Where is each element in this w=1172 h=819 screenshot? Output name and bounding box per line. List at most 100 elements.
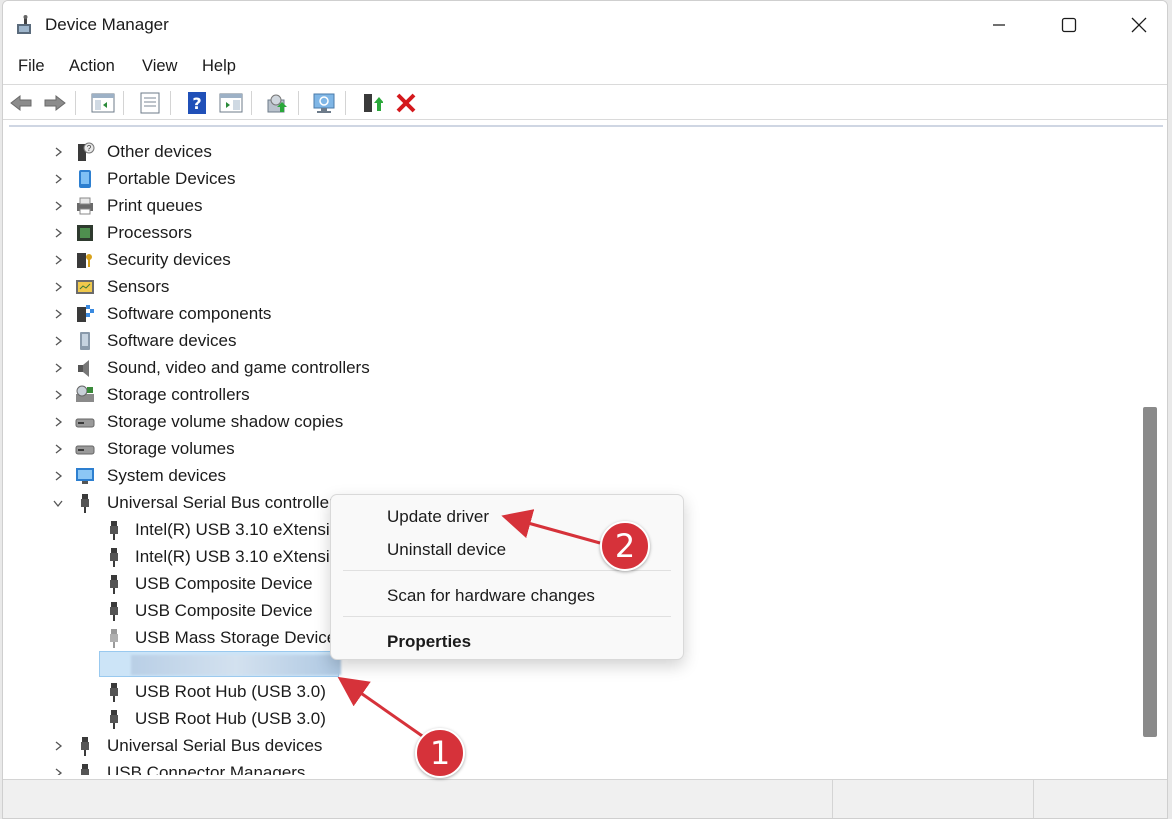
tree-item-label: Other devices: [107, 142, 212, 161]
tree-category[interactable]: Storage controllers: [9, 382, 1129, 409]
menu-scan-hardware[interactable]: Scan for hardware changes: [387, 586, 595, 606]
tree-item-label: Universal Serial Bus controllers: [107, 493, 344, 512]
uninstall-device-button[interactable]: [392, 89, 420, 117]
tree-category[interactable]: System devices: [9, 463, 1129, 490]
expand-chevron-icon[interactable]: [53, 228, 63, 238]
action-pane-icon: [219, 93, 243, 113]
forward-icon: [44, 94, 66, 112]
tree-device[interactable]: USB Root Hub (USB 3.0): [9, 706, 1129, 733]
expand-chevron-icon[interactable]: [53, 417, 63, 427]
scan-hardware-icon: [313, 93, 335, 113]
tree-item-label: Storage volume shadow copies: [107, 412, 344, 431]
maximize-button[interactable]: [1034, 1, 1104, 49]
properties-icon: [140, 92, 160, 114]
menu-help[interactable]: Help: [202, 57, 236, 76]
portable-devices-icon: [79, 170, 91, 188]
expand-chevron-icon[interactable]: [53, 255, 63, 265]
title-bar: Device Manager: [3, 1, 1167, 49]
tree-item-label: Print queues: [107, 196, 203, 215]
usb-icon: [110, 548, 118, 567]
step-badge-2: 2: [600, 521, 650, 571]
update-driver-button[interactable]: [264, 89, 292, 117]
menu-uninstall-device[interactable]: Uninstall device: [387, 540, 506, 560]
menu-separator: [343, 616, 671, 617]
expand-chevron-icon[interactable]: [53, 471, 63, 481]
expand-chevron-icon[interactable]: [53, 282, 63, 292]
enable-device-button[interactable]: [358, 89, 386, 117]
tree-item-label: Storage controllers: [107, 385, 250, 404]
tree-item-label: Security devices: [107, 250, 231, 269]
tree-category[interactable]: Software components: [9, 301, 1129, 328]
tree-category[interactable]: Sound, video and game controllers: [9, 355, 1129, 382]
tree-item-label: USB Root Hub (USB 3.0): [135, 682, 326, 701]
menu-view[interactable]: View: [142, 57, 177, 76]
properties-button[interactable]: [136, 89, 164, 117]
expand-chevron-icon[interactable]: [53, 444, 63, 454]
tree-category[interactable]: ? Other devices: [9, 139, 1129, 166]
expand-chevron-icon[interactable]: [53, 336, 63, 346]
redacted-device-name: [131, 655, 341, 675]
security-devices-icon: [77, 253, 92, 268]
menu-bar: File Action View Help: [3, 53, 1167, 81]
tree-item-label: USB Composite Device: [135, 601, 313, 620]
menu-properties[interactable]: Properties: [387, 632, 471, 652]
tree-category[interactable]: Portable Devices: [9, 166, 1129, 193]
expand-chevron-icon[interactable]: [53, 390, 63, 400]
expand-chevron-icon[interactable]: [53, 768, 63, 775]
menu-file[interactable]: File: [18, 57, 45, 76]
collapse-chevron-icon[interactable]: [53, 498, 63, 508]
scan-hardware-button[interactable]: [311, 89, 339, 117]
expand-chevron-icon[interactable]: [53, 147, 63, 157]
expand-chevron-icon[interactable]: [53, 309, 63, 319]
system-devices-icon: [76, 468, 94, 484]
close-button[interactable]: [1104, 1, 1167, 49]
expand-chevron-icon[interactable]: [53, 174, 63, 184]
enable-device-icon: [364, 94, 383, 112]
expand-chevron-icon[interactable]: [53, 201, 63, 211]
toolbar-divider: [170, 91, 171, 115]
status-divider: [832, 780, 833, 818]
drive-icon: [75, 418, 95, 428]
action-pane-button[interactable]: [217, 89, 245, 117]
usb-icon: [110, 521, 118, 540]
minimize-button[interactable]: [964, 1, 1034, 49]
step-badge-1: 1: [415, 728, 465, 778]
tree-category[interactable]: Print queues: [9, 193, 1129, 220]
tree-item-label: USB Mass Storage Device: [135, 628, 337, 647]
tree-category[interactable]: Software devices: [9, 328, 1129, 355]
scroll-thumb[interactable]: [1143, 407, 1157, 737]
expand-chevron-icon[interactable]: [53, 741, 63, 751]
usb-icon: [110, 575, 118, 594]
menu-update-driver[interactable]: Update driver: [387, 507, 489, 527]
show-hide-console-tree-button[interactable]: [89, 89, 117, 117]
minimize-icon: [993, 24, 1005, 26]
tree-item-label: Sensors: [107, 277, 170, 296]
tree-item-label: USB Root Hub (USB 3.0): [135, 709, 326, 728]
toolbar-divider: [123, 91, 124, 115]
tree-item-label: Sound, video and game controllers: [107, 358, 370, 377]
tree-device[interactable]: USB Root Hub (USB 3.0): [9, 679, 1129, 706]
status-bar: [3, 779, 1167, 818]
vertical-scrollbar[interactable]: [1139, 127, 1161, 775]
tree-category[interactable]: Storage volume shadow copies: [9, 409, 1129, 436]
tree-category[interactable]: Sensors: [9, 274, 1129, 301]
window-title: Device Manager: [45, 15, 169, 34]
help-button[interactable]: ?: [183, 89, 211, 117]
menu-action[interactable]: Action: [69, 57, 115, 76]
tree-category[interactable]: Universal Serial Bus devices: [9, 733, 1129, 760]
expand-chevron-icon[interactable]: [53, 363, 63, 373]
back-icon: [10, 94, 32, 112]
tree-item-label: Processors: [107, 223, 193, 242]
speaker-icon: [78, 360, 89, 377]
usb-icon: [81, 737, 89, 756]
forward-button[interactable]: [41, 89, 69, 117]
usb-icon: [110, 602, 118, 621]
tree-category[interactable]: Storage volumes: [9, 436, 1129, 463]
device-manager-icon: [17, 15, 31, 34]
toolbar-divider: [251, 91, 252, 115]
back-button[interactable]: [7, 89, 35, 117]
tree-category[interactable]: USB Connector Managers: [9, 760, 1129, 775]
tree-category[interactable]: Security devices: [9, 247, 1129, 274]
sensors-icon: [76, 280, 94, 294]
tree-category[interactable]: Processors: [9, 220, 1129, 247]
